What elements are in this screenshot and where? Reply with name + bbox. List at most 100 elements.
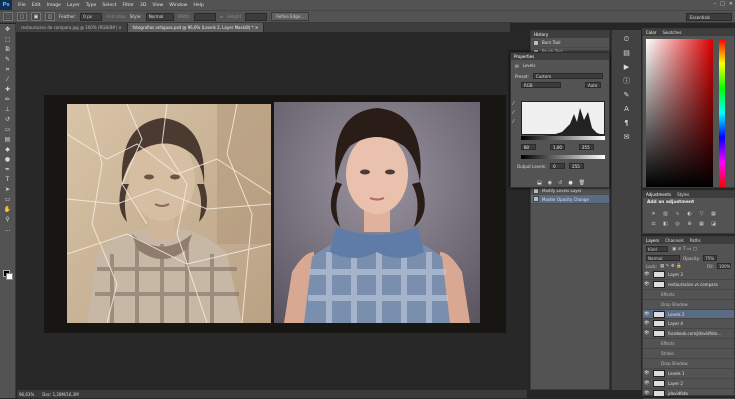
maximize-icon[interactable]: □ [720,1,725,7]
color-lookup-icon[interactable]: ▦ [697,220,706,227]
filter-icons[interactable]: ▣ ⊘ T ▭ ▢ [672,247,697,252]
feather-input[interactable]: 0 px [80,12,103,21]
fill-input[interactable]: 100% [717,263,731,269]
visibility-eye-icon[interactable]: 👁 [644,371,650,376]
hue-slider[interactable] [719,39,725,187]
subtract-selection-icon[interactable]: ◫ [45,12,55,21]
auto-button[interactable]: Auto [585,82,601,88]
history-item[interactable]: Burn Tool [531,39,609,48]
input-levels-slider[interactable] [521,136,605,140]
layer-row[interactable]: Effects [643,290,734,300]
visibility-eye-icon[interactable]: 👁 [644,312,650,317]
exposure-icon[interactable]: ◐ [685,210,694,217]
eyedropper-icon[interactable]: ⁄ [3,75,13,84]
menu-edit[interactable]: Edit [32,3,41,8]
shape-tool-icon[interactable]: ▭ [3,195,13,204]
tab-restauracion[interactable]: restauracion de compara.jpg @ 100% (RGB/… [16,23,128,32]
menu-image[interactable]: Image [47,3,61,8]
clone-stamp-icon[interactable]: ⊥ [3,105,13,114]
character-icon[interactable]: A [621,104,633,114]
layer-row[interactable]: 👁 Layer 2 [643,379,734,389]
menu-3d[interactable]: 3D [140,3,146,8]
blend-mode-select[interactable]: Normal [646,255,680,261]
refine-edge-button[interactable]: Refine Edge... [271,12,309,21]
pen-tool-icon[interactable]: ✒ [3,165,13,174]
curves-icon[interactable]: ∿ [673,210,682,217]
channel-mixer-icon[interactable]: ⊕ [685,220,694,227]
new-selection-icon[interactable]: ▢ [17,12,27,21]
lock-icons[interactable]: ▦ ✎ ✥ 🔒 [660,264,682,269]
gradient-icon[interactable]: ▤ [3,135,13,144]
layer-row[interactable]: 👁 Levels 2 [643,309,734,320]
close-icon[interactable]: ✕ [729,1,733,7]
output-black-field[interactable]: 0 [550,163,566,169]
channels-tab[interactable]: Channels [665,238,684,243]
anti-alias-checkbox[interactable]: Anti-alias [106,14,125,19]
layer-row[interactable]: Drop Shadow [643,359,734,369]
blur-tool-icon[interactable]: ◆ [3,145,13,154]
layer-row[interactable]: 👁 Levels 1 [643,369,734,379]
history-item[interactable]: Master Opacity Change [531,195,609,205]
visibility-eye-icon[interactable]: 👁 [644,272,650,277]
input-gamma-field[interactable]: 1,00 [550,144,565,150]
brush-tool-icon[interactable]: ✏ [3,95,13,104]
actions-icon[interactable]: ▶ [621,62,633,72]
tab-fotografias-antiguas[interactable]: fotografias antiguas.psd @ 96,6% (Levels… [127,23,265,32]
background-color-swatch[interactable] [6,273,13,280]
menu-help[interactable]: Help [193,3,203,8]
path-select-icon[interactable]: ➤ [3,185,13,194]
crop-tool-icon[interactable]: ⌗ [3,65,13,74]
channel-select[interactable]: RGB [521,82,561,88]
color-tab[interactable]: Color [646,30,656,35]
layer-row[interactable]: Effects [643,339,734,350]
history-brush-icon[interactable]: ↺ [3,115,13,124]
more-tools-icon[interactable]: … [3,225,13,234]
adjustments-tab[interactable]: Adjustments [646,192,671,197]
info-icon[interactable]: ⓘ [621,76,633,86]
properties-icon[interactable]: ▤ [621,48,633,58]
visibility-icon[interactable]: ● [568,180,572,186]
zoom-level[interactable]: 96,63% [19,392,34,397]
layer-row[interactable]: 👁 restauracion vs compara [643,280,734,290]
marquee-tool-icon[interactable]: ⬚ [3,35,13,44]
dodge-tool-icon[interactable]: ● [3,155,13,164]
width-input[interactable] [193,12,216,21]
menu-layer[interactable]: Layer [67,3,80,8]
menu-select[interactable]: Select [102,3,116,8]
menu-filter[interactable]: Filter [123,3,134,8]
eyedropper-black-icon[interactable]: ⁄ [513,101,514,107]
input-black-field[interactable]: 80 [521,144,536,150]
layer-row[interactable]: 👁 facebook.com/jdavidfoto... [643,329,734,340]
menu-window[interactable]: Window [169,3,187,8]
zoom-tool-icon[interactable]: ⚲ [3,215,13,224]
layer-row[interactable]: Drop Shadow [643,300,734,310]
color-picker-field[interactable] [646,39,713,187]
move-tool-icon[interactable]: ✥ [3,25,13,34]
input-white-field[interactable]: 255 [579,144,594,150]
eyedropper-white-icon[interactable]: ⁄ [513,119,514,125]
brush-presets-icon[interactable]: ✎ [621,90,633,100]
menu-file[interactable]: File [18,3,26,8]
styles-tab[interactable]: Styles [677,192,689,197]
healing-brush-icon[interactable]: ✚ [3,85,13,94]
photo-filter-icon[interactable]: ◎ [673,220,682,227]
minimize-icon[interactable]: – [714,1,717,7]
height-input[interactable] [245,12,268,21]
visibility-eye-icon[interactable]: 👁 [644,282,650,287]
swatches-tab[interactable]: Swatches [662,30,681,35]
paragraph-icon[interactable]: ¶ [621,118,633,128]
quick-select-icon[interactable]: ✎ [3,55,13,64]
add-selection-icon[interactable]: ▣ [31,12,41,21]
hue-sat-icon[interactable]: ▦ [709,210,718,217]
visibility-eye-icon[interactable]: 👁 [644,381,650,386]
layer-row[interactable]: 👁 jdavidfoto [643,389,734,399]
visibility-eye-icon[interactable]: 👁 [644,391,650,396]
preset-select[interactable]: Custom [532,73,603,79]
view-previous-icon[interactable]: ◉ [548,180,552,186]
invert-icon[interactable]: ◪ [709,220,718,227]
vibrance-icon[interactable]: ▽ [697,210,706,217]
properties-tab[interactable]: Properties [514,54,534,59]
marquee-tool-icon[interactable]: ⬚ [3,12,13,21]
hand-tool-icon[interactable]: ✋ [3,205,13,214]
history-icon[interactable]: ⏲ [621,34,633,44]
